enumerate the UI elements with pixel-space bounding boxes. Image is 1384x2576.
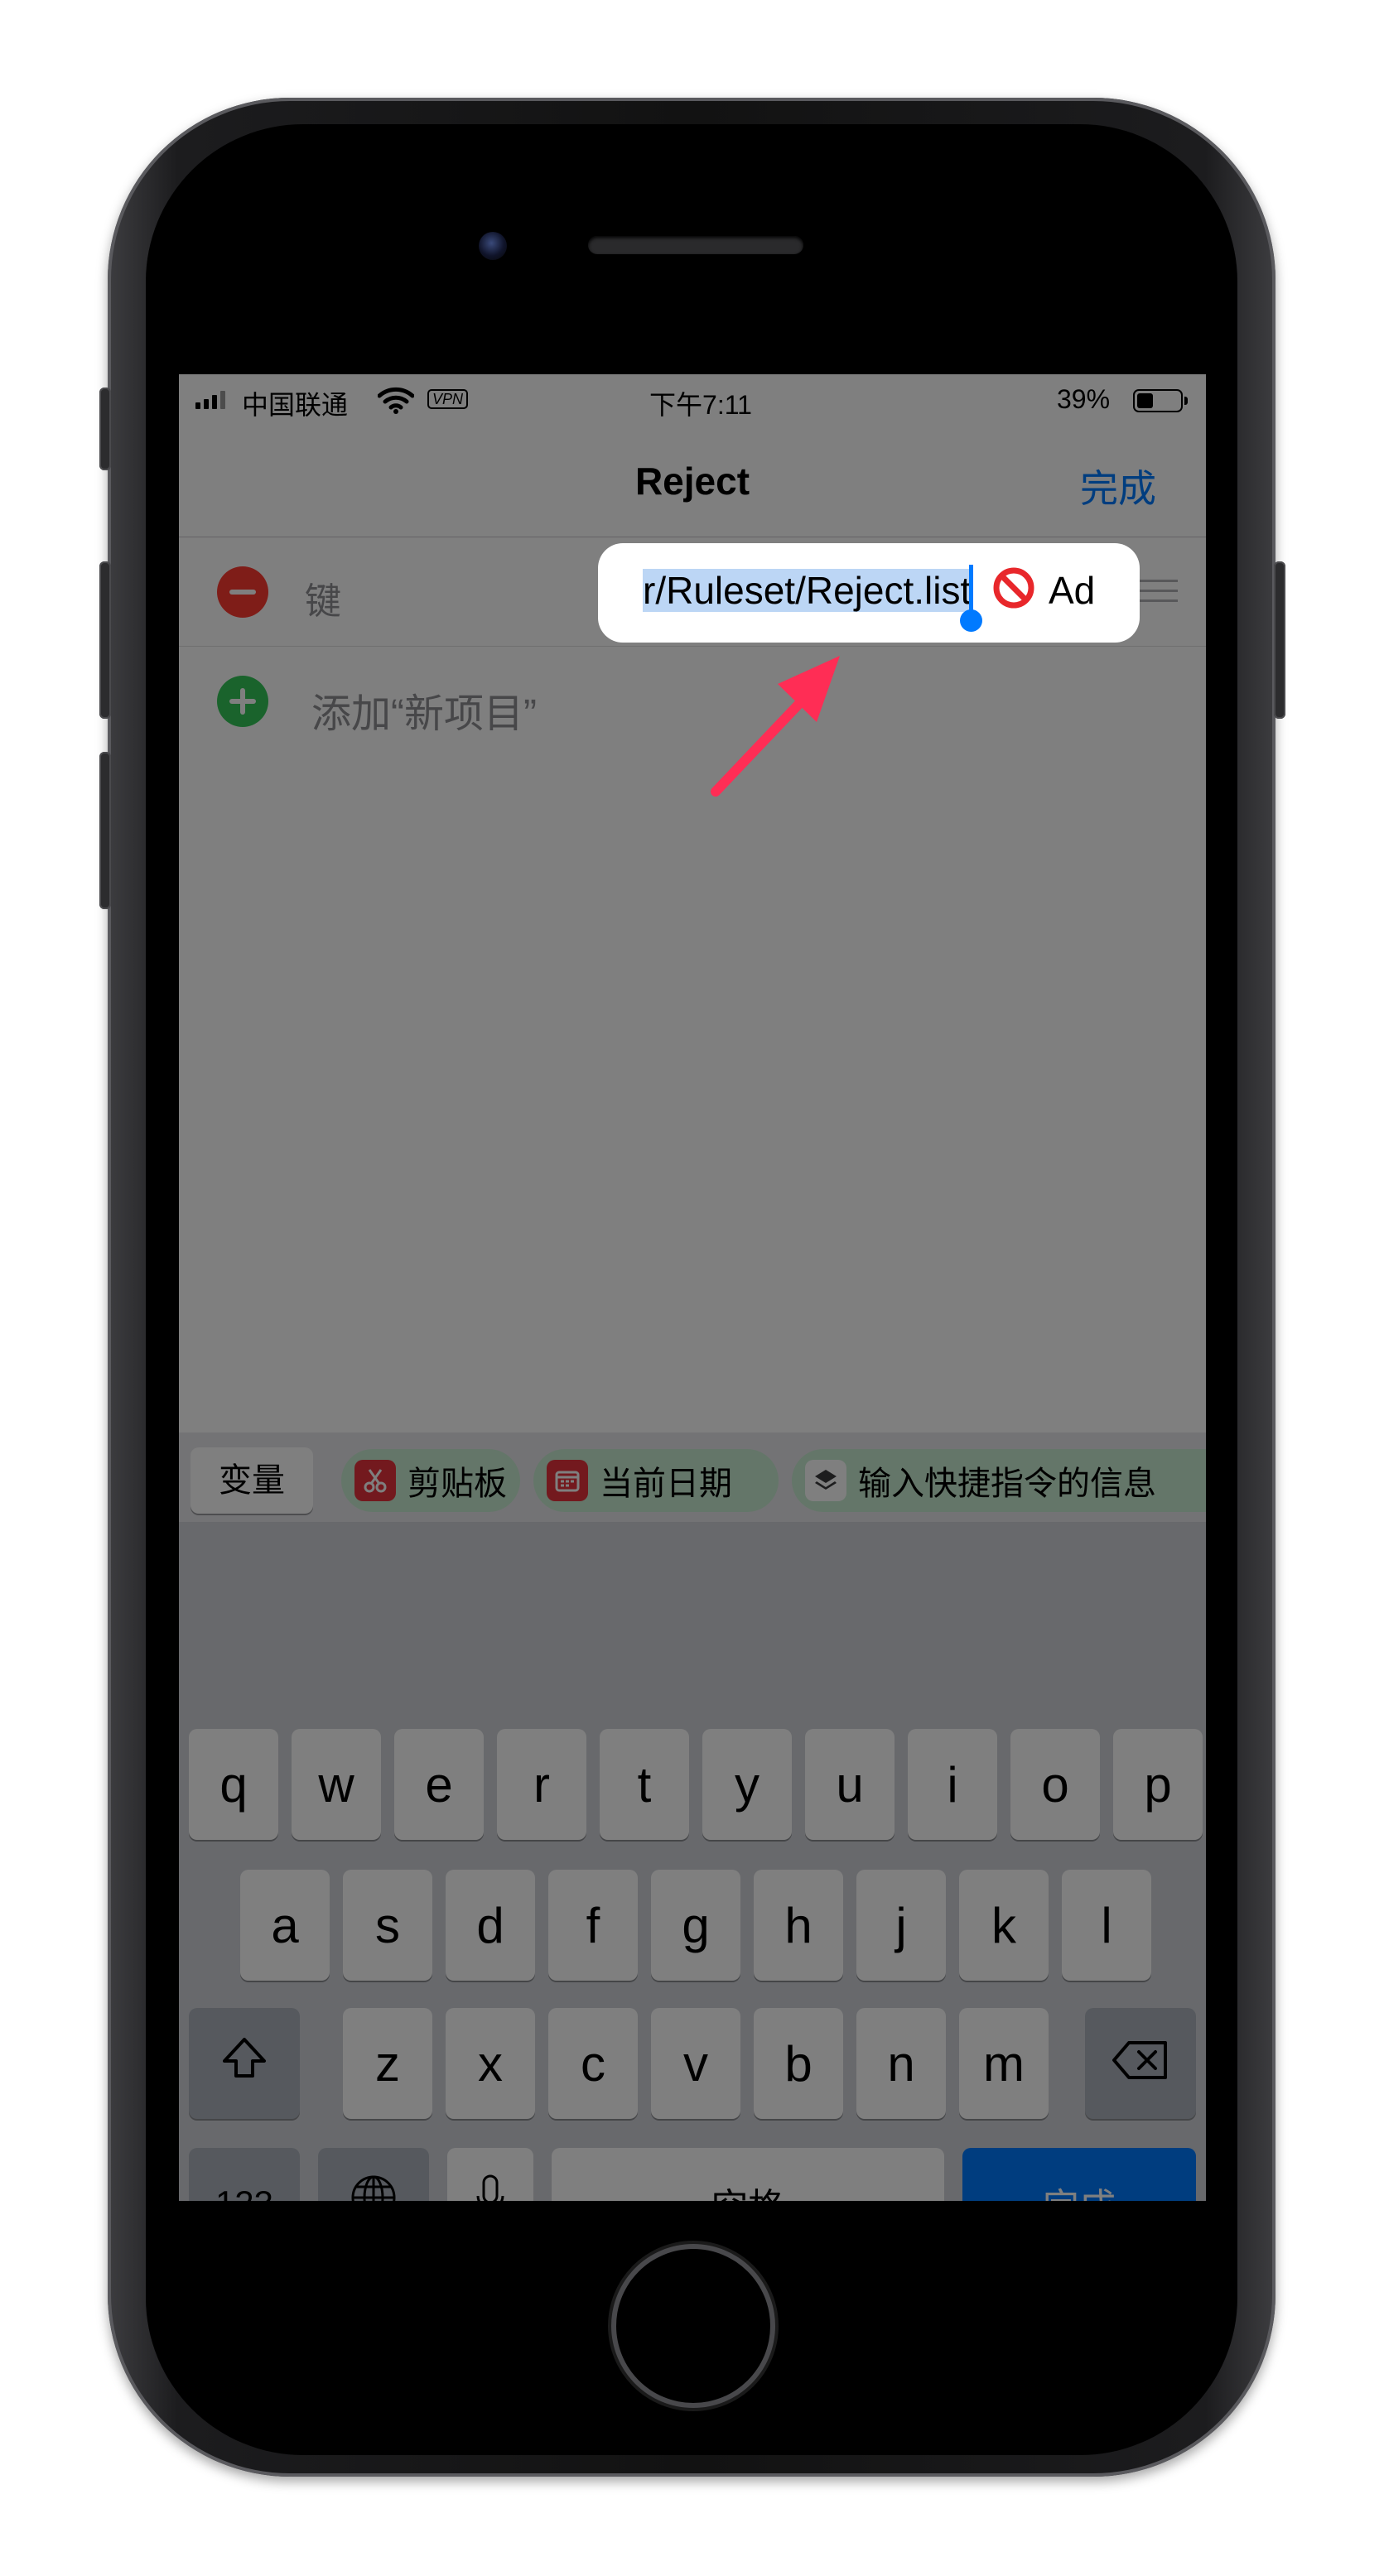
power-button [1274, 561, 1285, 719]
volume-up-button [99, 561, 111, 719]
home-button[interactable] [616, 2249, 770, 2403]
front-camera [479, 232, 507, 260]
mute-switch [99, 388, 111, 470]
earpiece-speaker [588, 236, 803, 254]
volume-down-button [99, 752, 111, 909]
annotation-arrow-icon [711, 656, 840, 797]
screen: 中国联通 VPN 下午7:11 39% Reject 完成 键 添加“新项目” … [179, 374, 1206, 2201]
